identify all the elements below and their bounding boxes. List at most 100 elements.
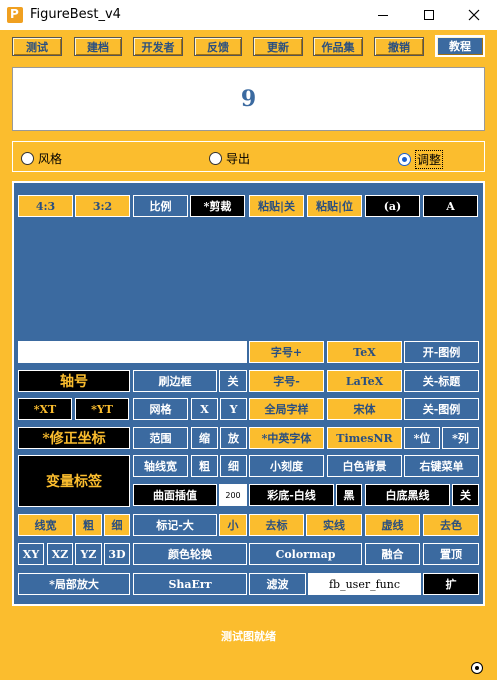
color-cycle-button[interactable]: 颜色轮换 — [133, 543, 247, 565]
corner-radio-button[interactable] — [471, 662, 483, 674]
border-off-button[interactable]: 关 — [219, 370, 247, 392]
adjust-panel: 4:3 3:2 比例 *剪裁 粘贴|关 粘贴|位 (a) A 字号+ TeX 开… — [12, 181, 485, 606]
legend-column-button[interactable]: *列 — [442, 427, 479, 449]
ratio-button[interactable]: 比例 — [133, 195, 188, 217]
app-icon — [7, 7, 23, 23]
view-xz-button[interactable]: XZ — [47, 543, 73, 565]
maximize-icon — [424, 10, 434, 20]
paste-position-button[interactable]: 粘贴|位 — [307, 195, 362, 217]
toolbar-portfolio-button[interactable]: 作品集 — [313, 37, 363, 56]
surface-interp-button[interactable]: 曲面插值 — [133, 484, 217, 506]
radio-circle — [209, 152, 222, 165]
filter-button[interactable]: 滤波 — [249, 573, 306, 595]
white-bg-black-line-button[interactable]: 白底黑线 — [365, 484, 450, 506]
crop-button[interactable]: *剪裁 — [190, 195, 245, 217]
pin-top-button[interactable]: 置顶 — [423, 543, 479, 565]
toolbar-feedback-button[interactable]: 反馈 — [194, 37, 242, 56]
minor-tick-button[interactable]: 小刻度 — [249, 455, 324, 477]
label-a-upper-button[interactable]: A — [423, 195, 478, 217]
local-zoom-button[interactable]: *局部放大 — [18, 573, 130, 595]
radio-circle — [21, 152, 34, 165]
fix-axis-button[interactable]: *修正坐标 — [18, 427, 130, 449]
remove-color-button[interactable]: 去色 — [423, 514, 479, 536]
toolbar-new-file-button[interactable]: 建档 — [74, 37, 122, 56]
radio-circle-selected — [398, 153, 411, 166]
ratio-4-3-button[interactable]: 4:3 — [18, 195, 73, 217]
toolbar-update-button[interactable]: 更新 — [253, 37, 303, 56]
variable-label-button[interactable]: 变量标签 — [18, 455, 130, 507]
bg-off-button[interactable]: 关 — [452, 484, 479, 506]
value-display: 9 — [12, 67, 485, 131]
cn-en-font-button[interactable]: *中英字体 — [249, 427, 324, 449]
yt-button[interactable]: *YT — [75, 398, 129, 420]
axis-number-button[interactable]: 轴号 — [18, 370, 130, 392]
times-nr-button[interactable]: TimesNR — [327, 427, 402, 449]
range-shrink-button[interactable]: 缩 — [191, 427, 218, 449]
latex-button[interactable]: LaTeX — [327, 370, 402, 392]
mode-radio-group: 风格 导出 调整 — [12, 141, 485, 172]
axis-thick-button[interactable]: 粗 — [191, 455, 218, 477]
right-click-menu-button[interactable]: 右键菜单 — [404, 455, 479, 477]
solid-line-button[interactable]: 实线 — [306, 514, 362, 536]
shaerr-button[interactable]: ShaErr — [133, 573, 247, 595]
font-size-decrease-button[interactable]: 字号- — [249, 370, 324, 392]
axis-linewidth-button[interactable]: 轴线宽 — [133, 455, 188, 477]
radio-export-label: 导出 — [226, 152, 251, 166]
brush-border-button[interactable]: 刷边框 — [133, 370, 217, 392]
remove-marker-button[interactable]: 去标 — [249, 514, 304, 536]
expand-button[interactable]: 扩 — [423, 573, 479, 595]
paste-off-button[interactable]: 粘贴|关 — [249, 195, 304, 217]
linewidth-thin-button[interactable]: 细 — [104, 514, 130, 536]
toolbar-developer-button[interactable]: 开发者 — [133, 37, 183, 56]
linewidth-button[interactable]: 线宽 — [18, 514, 73, 536]
xt-button[interactable]: *XT — [18, 398, 72, 420]
window-title: FigureBest_v4 — [30, 7, 121, 22]
tex-button[interactable]: TeX — [327, 341, 402, 363]
close-icon — [468, 9, 480, 21]
grid-x-button[interactable]: X — [191, 398, 218, 420]
legend-position-button[interactable]: *位 — [404, 427, 440, 449]
title-off-button[interactable]: 关-标题 — [404, 370, 479, 392]
range-expand-button[interactable]: 放 — [220, 427, 247, 449]
font-size-increase-button[interactable]: 字号+ — [249, 341, 324, 363]
radio-export[interactable]: 导出 — [209, 150, 250, 167]
grid-button[interactable]: 网格 — [133, 398, 188, 420]
title-bar: FigureBest_v4 — [0, 0, 497, 30]
toolbar-tutorial-button[interactable]: 教程 — [435, 35, 485, 57]
dashed-line-button[interactable]: 虚线 — [365, 514, 420, 536]
radio-adjust-label: 调整 — [415, 150, 444, 169]
view-xy-button[interactable]: XY — [18, 543, 44, 565]
marker-large-button[interactable]: 标记-大 — [133, 514, 217, 536]
toolbar-undo-button[interactable]: 撤销 — [374, 37, 424, 56]
colormap-button[interactable]: Colormap — [249, 543, 362, 565]
legend-off-button[interactable]: 关-图例 — [404, 398, 479, 420]
view-3d-button[interactable]: 3D — [104, 543, 130, 565]
global-font-button[interactable]: 全局字样 — [249, 398, 324, 420]
white-background-button[interactable]: 白色背景 — [327, 455, 402, 477]
minimize-icon — [378, 14, 388, 16]
songti-font-button[interactable]: 宋体 — [327, 398, 402, 420]
axis-thin-button[interactable]: 细 — [220, 455, 247, 477]
merge-button[interactable]: 融合 — [365, 543, 420, 565]
grid-y-button[interactable]: Y — [220, 398, 247, 420]
minimize-button[interactable] — [360, 0, 406, 30]
maximize-button[interactable] — [406, 0, 452, 30]
radio-style[interactable]: 风格 — [21, 150, 62, 167]
display-value: 9 — [240, 86, 257, 112]
legend-on-button[interactable]: 开-图例 — [404, 341, 479, 363]
color-bg-white-line-button[interactable]: 彩底-白线 — [249, 484, 334, 506]
interp-value-input[interactable]: 200 — [219, 484, 247, 506]
user-function-input[interactable]: fb_user_func — [308, 573, 421, 595]
status-text: 测试图就绪 — [221, 630, 276, 643]
toolbar-test-button[interactable]: 测试 — [12, 37, 62, 56]
marker-small-button[interactable]: 小 — [219, 514, 247, 536]
label-a-lower-button[interactable]: (a) — [365, 195, 420, 217]
linewidth-thick-button[interactable]: 粗 — [75, 514, 102, 536]
range-button[interactable]: 范围 — [133, 427, 188, 449]
black-line-button[interactable]: 黑 — [336, 484, 362, 506]
close-button[interactable] — [451, 0, 497, 30]
text-input-field[interactable] — [18, 341, 247, 363]
view-yz-button[interactable]: YZ — [75, 543, 102, 565]
radio-adjust[interactable]: 调整 — [398, 150, 444, 169]
ratio-3-2-button[interactable]: 3:2 — [75, 195, 130, 217]
